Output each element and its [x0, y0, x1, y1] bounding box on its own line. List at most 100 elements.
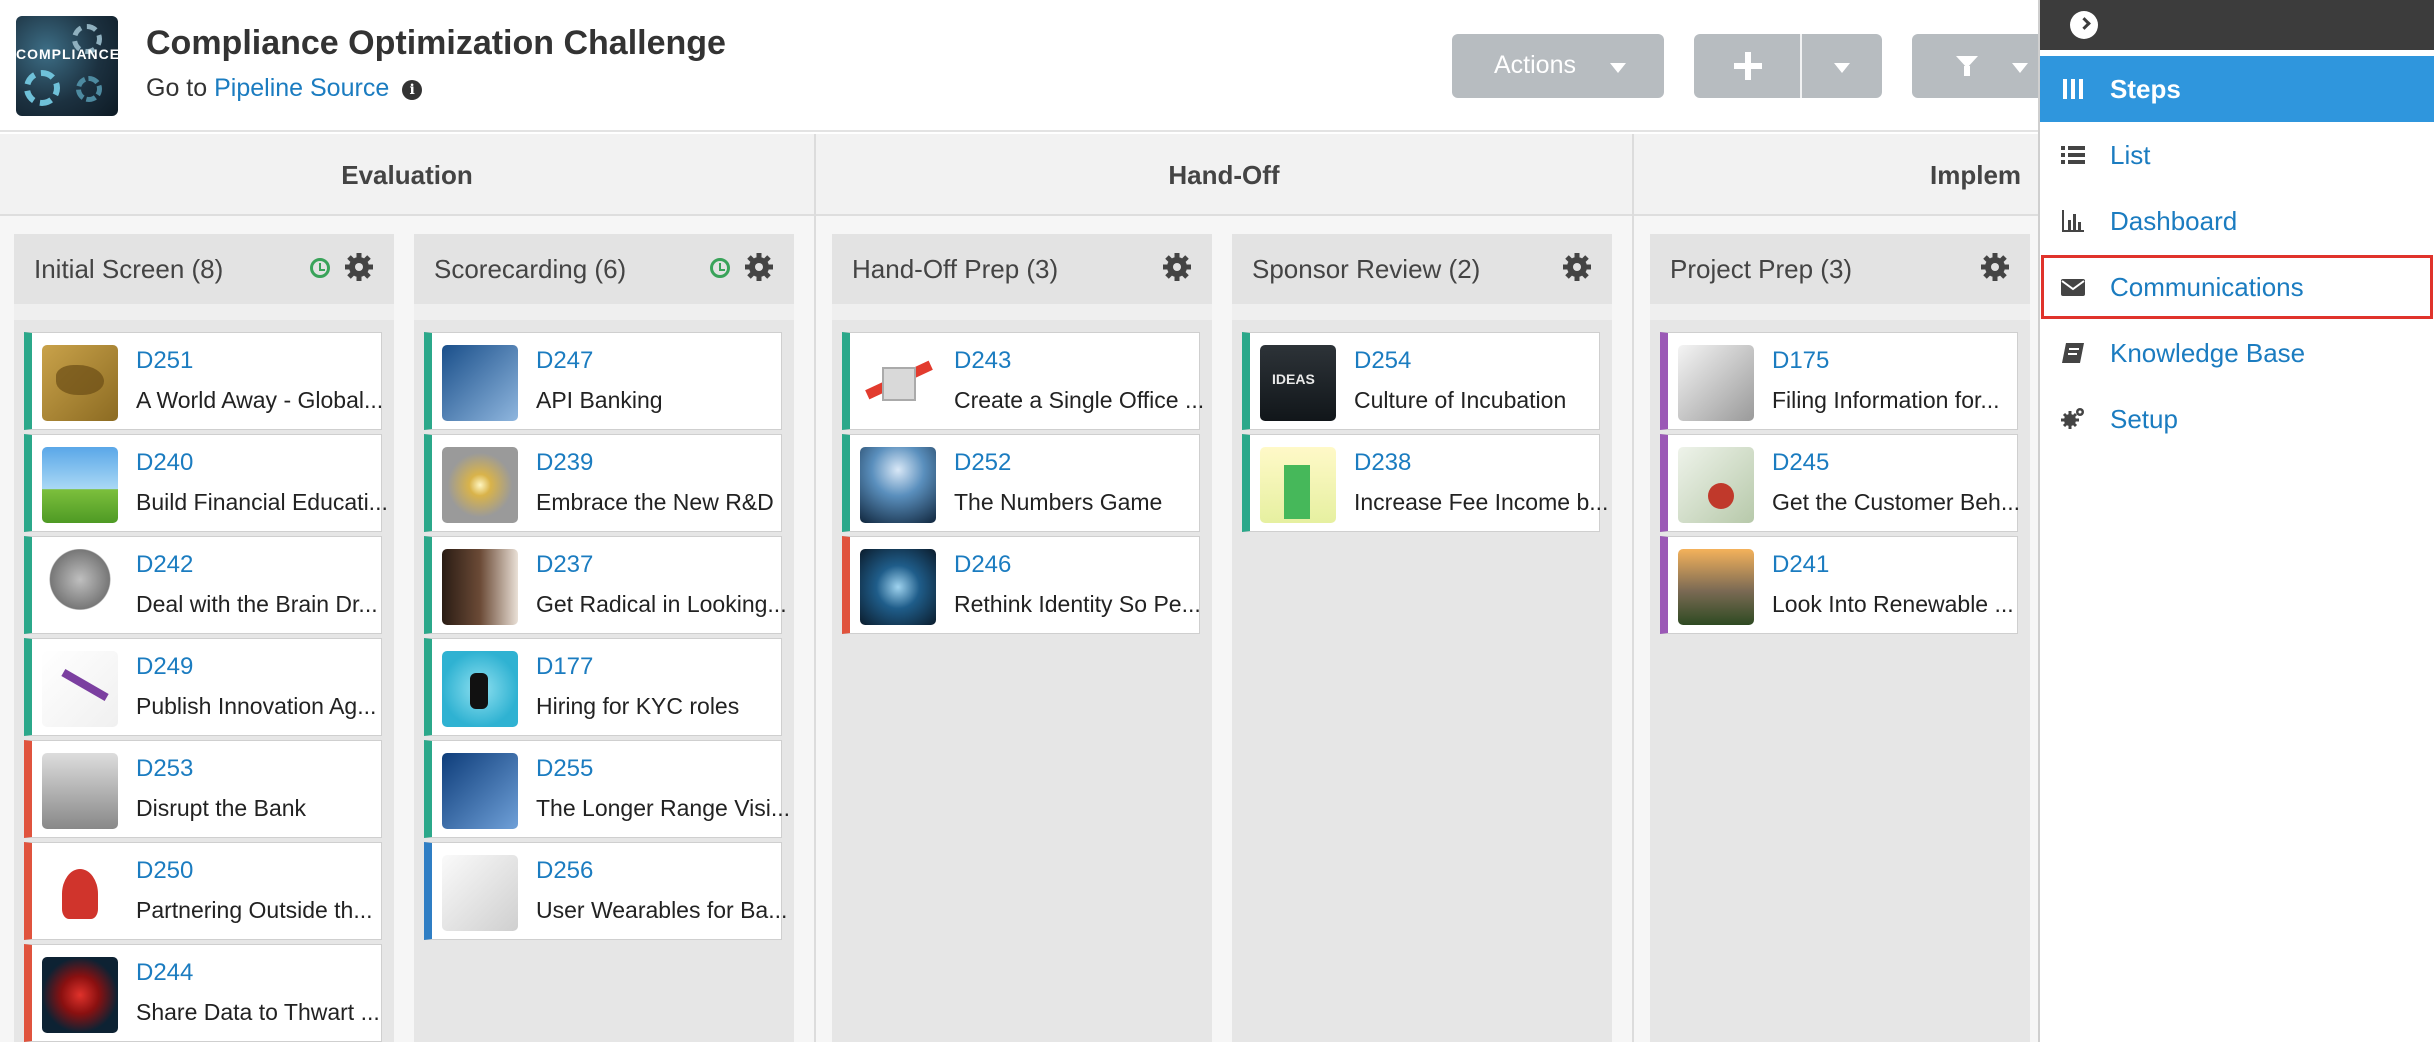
- menu-item-setup[interactable]: Setup: [2040, 386, 2434, 452]
- card-title: Create a Single Office ...: [954, 387, 1205, 413]
- card-thumbnail: [442, 447, 518, 523]
- idea-card[interactable]: D245 Get the Customer Beh...: [1660, 434, 2020, 532]
- page-title: Compliance Optimization Challenge: [146, 24, 726, 62]
- idea-card[interactable]: D249 Publish Innovation Ag...: [24, 638, 382, 736]
- challenge-logo: COMPLIANCE: [16, 16, 118, 116]
- collapse-menu-icon[interactable]: [2070, 11, 2098, 39]
- card-thumbnail: [442, 549, 518, 625]
- column-initial-screen: Initial Screen (8) D251 A World Away - G…: [14, 234, 394, 1042]
- column-settings-gear-icon[interactable]: [1980, 252, 2010, 282]
- card-thumbnail: [42, 651, 118, 727]
- card-thumbnail: [442, 855, 518, 931]
- card-id-link[interactable]: D252: [954, 449, 1011, 477]
- menu-item-steps[interactable]: Steps: [2040, 56, 2434, 122]
- idea-card[interactable]: D243 Create a Single Office ...: [842, 332, 1204, 430]
- menu-item-label: Communications: [2110, 272, 2304, 302]
- idea-card[interactable]: D242 Deal with the Brain Dr...: [24, 536, 382, 634]
- card-title: Share Data to Thwart ...: [136, 999, 380, 1025]
- card-id-link[interactable]: D254: [1354, 347, 1411, 375]
- idea-card[interactable]: D240 Build Financial Educati...: [24, 434, 388, 532]
- card-title: Get the Customer Beh...: [1772, 489, 2021, 515]
- info-icon[interactable]: i: [402, 80, 423, 100]
- menu-item-label: List: [2110, 140, 2151, 170]
- card-title: Deal with the Brain Dr...: [136, 591, 378, 617]
- idea-card[interactable]: D250 Partnering Outside th...: [24, 842, 382, 940]
- card-id-link[interactable]: D251: [136, 347, 193, 375]
- column-settings-gear-icon[interactable]: [1562, 252, 1592, 282]
- column-title: Hand-Off Prep (3): [852, 254, 1059, 284]
- phase-title: Implem: [1634, 134, 2040, 216]
- idea-card[interactable]: D175 Filing Information for...: [1660, 332, 2018, 430]
- menu-item-knowledge-base[interactable]: Knowledge Base: [2040, 320, 2434, 386]
- card-id-link[interactable]: D245: [1772, 449, 1829, 477]
- idea-card[interactable]: D252 The Numbers Game: [842, 434, 1200, 532]
- card-id-link[interactable]: D239: [536, 449, 593, 477]
- card-title: Get Radical in Looking...: [536, 591, 787, 617]
- column-settings-gear-icon[interactable]: [1162, 252, 1192, 282]
- idea-card[interactable]: D253 Disrupt the Bank: [24, 740, 382, 838]
- card-id-link[interactable]: D250: [136, 857, 193, 885]
- card-id-link[interactable]: D177: [536, 653, 593, 681]
- card-thumbnail: [42, 549, 118, 625]
- column-settings-gear-icon[interactable]: [344, 252, 374, 282]
- card-id-link[interactable]: D247: [536, 347, 593, 375]
- phase-title: Evaluation: [0, 134, 814, 216]
- card-id-link[interactable]: D175: [1772, 347, 1829, 375]
- clock-icon: [710, 258, 730, 278]
- idea-card[interactable]: D254 Culture of Incubation: [1242, 332, 1600, 430]
- add-dropdown-button[interactable]: [1834, 63, 1850, 73]
- card-id-link[interactable]: D256: [536, 857, 593, 885]
- phase-implementation: Implem Project Prep (3) D175 Filing Info…: [1634, 134, 2040, 1042]
- column-settings-gear-icon[interactable]: [744, 252, 774, 282]
- idea-card[interactable]: D241 Look Into Renewable ...: [1660, 536, 2018, 634]
- idea-card[interactable]: D246 Rethink Identity So Pe...: [842, 536, 1201, 634]
- column-header: Scorecarding (6): [414, 234, 794, 304]
- card-thumbnail: [42, 447, 118, 523]
- side-menu-topbar: [2040, 0, 2434, 50]
- page-header: COMPLIANCE Compliance Optimization Chall…: [0, 0, 2052, 132]
- filter-button[interactable]: [1912, 34, 2052, 98]
- menu-item-dashboard[interactable]: Dashboard: [2040, 188, 2434, 254]
- menu-item-list[interactable]: List: [2040, 122, 2434, 188]
- card-thumbnail: [1678, 447, 1754, 523]
- column-title: Scorecarding (6): [434, 254, 627, 284]
- idea-card[interactable]: D238 Increase Fee Income b...: [1242, 434, 1608, 532]
- pipeline-source-link[interactable]: Pipeline Source: [214, 74, 389, 102]
- card-thumbnail: [1260, 447, 1336, 523]
- idea-card[interactable]: D256 User Wearables for Ba...: [424, 842, 787, 940]
- book-icon: [2062, 343, 2084, 363]
- chevron-down-icon: [1610, 63, 1626, 73]
- idea-card[interactable]: D247 API Banking: [424, 332, 782, 430]
- card-id-link[interactable]: D241: [1772, 551, 1829, 579]
- idea-card[interactable]: D239 Embrace the New R&D: [424, 434, 782, 532]
- menu-item-label: Setup: [2110, 404, 2178, 434]
- card-thumbnail: [42, 345, 118, 421]
- card-id-link[interactable]: D246: [954, 551, 1011, 579]
- add-button[interactable]: [1734, 52, 1762, 80]
- card-id-link[interactable]: D253: [136, 755, 193, 783]
- card-title: API Banking: [536, 387, 663, 413]
- idea-card[interactable]: D251 A World Away - Global...: [24, 332, 383, 430]
- card-id-link[interactable]: D244: [136, 959, 193, 987]
- card-title: Publish Innovation Ag...: [136, 693, 377, 719]
- card-thumbnail: [442, 345, 518, 421]
- card-title: Build Financial Educati...: [136, 489, 388, 515]
- idea-card[interactable]: D237 Get Radical in Looking...: [424, 536, 787, 634]
- card-id-link[interactable]: D242: [136, 551, 193, 579]
- idea-card[interactable]: D255 The Longer Range Visi...: [424, 740, 790, 838]
- idea-card[interactable]: D177 Hiring for KYC roles: [424, 638, 782, 736]
- columns-icon: [2063, 79, 2083, 99]
- actions-button[interactable]: Actions: [1452, 34, 1664, 98]
- gear-icon: [24, 70, 60, 106]
- card-id-link[interactable]: D240: [136, 449, 193, 477]
- card-id-link[interactable]: D249: [136, 653, 193, 681]
- card-id-link[interactable]: D237: [536, 551, 593, 579]
- gear-icon: [76, 76, 102, 102]
- column-project-prep: Project Prep (3) D175 Filing Information…: [1650, 234, 2030, 1042]
- card-id-link[interactable]: D243: [954, 347, 1011, 375]
- card-id-link[interactable]: D255: [536, 755, 593, 783]
- card-list: D251 A World Away - Global... D240 Build…: [14, 320, 394, 1042]
- menu-item-communications[interactable]: Communications: [2040, 254, 2434, 320]
- idea-card[interactable]: D244 Share Data to Thwart ...: [24, 944, 382, 1042]
- card-id-link[interactable]: D238: [1354, 449, 1411, 477]
